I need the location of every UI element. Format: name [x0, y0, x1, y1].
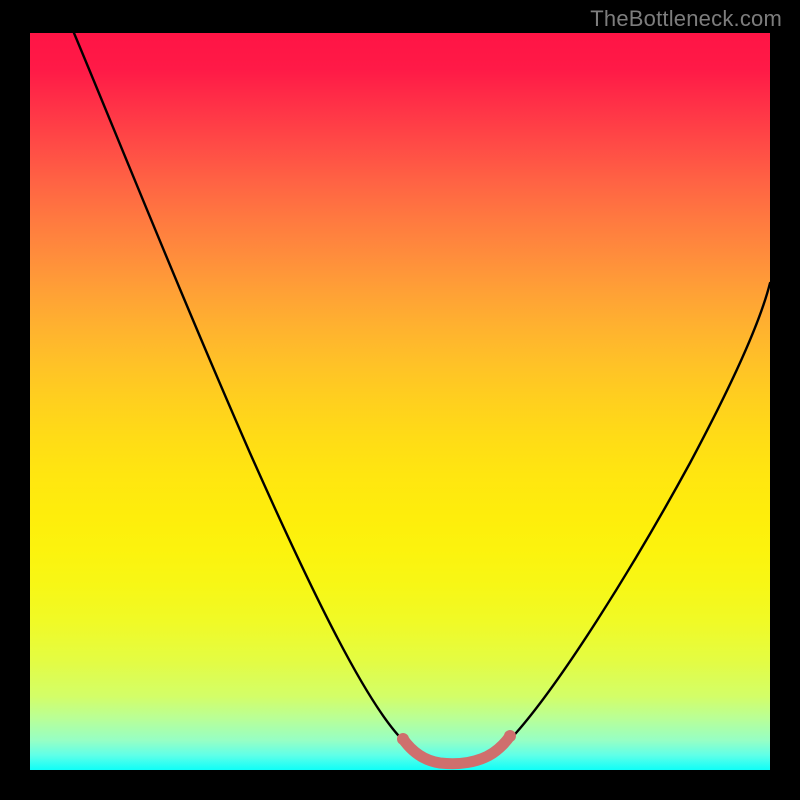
chart-lines	[30, 33, 770, 770]
curve-line	[74, 33, 770, 761]
watermark-text: TheBottleneck.com	[590, 6, 782, 32]
plot-area	[30, 33, 770, 770]
highlight-dot-left	[397, 733, 409, 745]
highlight-dot-right	[504, 730, 516, 742]
chart-frame: TheBottleneck.com	[0, 0, 800, 800]
highlight-segment	[403, 736, 510, 764]
